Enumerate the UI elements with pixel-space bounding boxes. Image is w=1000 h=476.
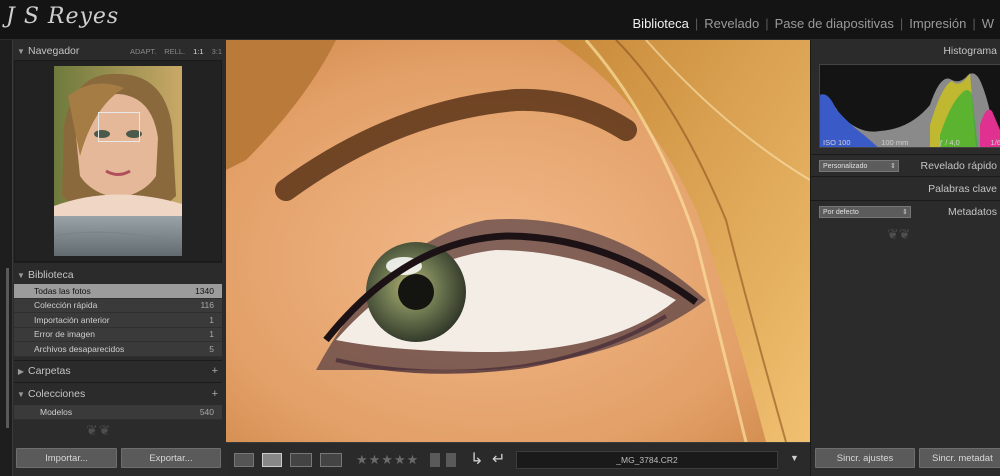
collections-title: Colecciones [28, 388, 86, 400]
catalog-item-count: 1340 [195, 285, 214, 296]
catalog-item-count: 5 [209, 343, 214, 354]
catalog-item-all-photos[interactable]: Todas las fotos 1340 [14, 284, 222, 299]
zoom-fill[interactable]: RELL. [164, 47, 185, 56]
zoom-1-1[interactable]: 1:1 [193, 47, 203, 56]
navigator-zoom-box[interactable] [98, 112, 140, 142]
histogram-graph [820, 73, 1000, 147]
catalog-item-count: 1 [209, 329, 214, 340]
eye-closeup-photo [226, 40, 810, 442]
navigator-title: Navegador [28, 45, 80, 57]
export-button[interactable]: Exportar... [121, 448, 221, 468]
toolbar-menu-chevron-down-icon[interactable]: ▼ [790, 453, 799, 463]
collection-item-label: Modelos [40, 406, 73, 417]
collection-item-count: 540 [199, 406, 214, 417]
catalog-item-count: 116 [200, 300, 214, 311]
divider [811, 154, 1000, 155]
histogram [819, 64, 1000, 148]
catalog-item-image-error[interactable]: Error de imagen 1 [14, 327, 222, 342]
library-title: Biblioteca [28, 269, 74, 281]
expand-triangle-icon[interactable]: ▶ [14, 367, 28, 376]
divider [14, 360, 222, 361]
keywords-header[interactable]: Palabras clave [811, 180, 1000, 198]
iso-value: ISO 100 [823, 138, 851, 147]
navigator-zoom-options: ADAPT. RELL. 1:1 3:1 [130, 47, 222, 56]
focal-length-value: 100 mm [881, 138, 909, 147]
zoom-3-1[interactable]: 3:1 [212, 47, 222, 56]
collapse-triangle-icon[interactable]: ▼ [14, 47, 28, 56]
folders-header[interactable]: ▶ Carpetas + [14, 362, 222, 380]
module-picker: Biblioteca | Revelado | Pase de diapositiv… [627, 16, 1000, 31]
right-panel: Histograma ISO 100 100 mm ƒ / 4,0 1/6 Pe… [810, 40, 1000, 476]
shutter-value: 1/6 [990, 138, 1000, 147]
compare-view-icon[interactable] [290, 453, 312, 467]
survey-view-icon[interactable] [320, 453, 342, 467]
library-header[interactable]: ▼ Biblioteca [14, 266, 222, 284]
divider [14, 382, 222, 383]
catalog-item-count: 1 [209, 314, 214, 325]
metadata-header[interactable]: Metadatos [811, 203, 1000, 221]
collapse-triangle-icon[interactable]: ▼ [14, 271, 28, 280]
identity-plate: J S Reyes [6, 4, 120, 29]
rotate-left-icon[interactable]: ↳ [470, 449, 483, 469]
rotate-right-icon[interactable]: ↵ [492, 449, 505, 469]
divider [811, 176, 1000, 177]
grid-view-icon[interactable] [234, 453, 254, 467]
filename-field[interactable]: _MG_3784.CR2 [516, 451, 778, 469]
loupe-view[interactable] [226, 40, 810, 442]
histogram-header[interactable]: Histograma [811, 42, 1000, 60]
catalog-item-missing-files[interactable]: Archivos desaparecidos 5 [14, 342, 222, 357]
navigator-preview[interactable] [54, 66, 182, 256]
flag-reject-icon[interactable] [446, 453, 456, 467]
zoom-adapt[interactable]: ADAPT. [130, 47, 156, 56]
import-button[interactable]: Importar... [16, 448, 117, 468]
catalog-item-label: Importación anterior [34, 314, 110, 325]
module-impresion[interactable]: Impresión [903, 16, 972, 31]
catalog-item-label: Colección rápida [34, 300, 98, 311]
add-collection-icon[interactable]: + [212, 388, 222, 400]
catalog-item-label: Archivos desaparecidos [34, 343, 125, 354]
module-revelado[interactable]: Revelado [698, 16, 765, 31]
top-bar: J S Reyes Biblioteca | Revelado | Pase de … [0, 0, 1000, 40]
collections-header[interactable]: ▼ Colecciones + [14, 385, 222, 403]
rating-stars[interactable]: ★★★★★ [356, 452, 419, 468]
catalog-item-label: Todas las fotos [34, 285, 91, 296]
portrait-thumbnail [54, 66, 182, 256]
module-biblioteca[interactable]: Biblioteca [627, 16, 695, 31]
panel-end-ornament-icon: ❦❦ [887, 226, 911, 242]
filmstrip-toolbar: ★★★★★ ↳ ↵ _MG_3784.CR2 ▼ [226, 442, 810, 476]
panel-end-ornament-icon: ❦❦ [86, 422, 112, 438]
loupe-view-icon[interactable] [262, 453, 282, 467]
catalog-item-quick-collection[interactable]: Colección rápida 116 [14, 298, 222, 313]
exif-info-bar: ISO 100 100 mm ƒ / 4,0 1/6 [823, 138, 1000, 147]
collection-item-modelos[interactable]: Modelos 540 [14, 405, 222, 420]
catalog-item-previous-import[interactable]: Importación anterior 1 [14, 313, 222, 328]
folders-title: Carpetas [28, 365, 71, 377]
module-web[interactable]: W [976, 16, 1000, 31]
flag-pick-icon[interactable] [430, 453, 440, 467]
navigator-header[interactable]: ▼ Navegador ADAPT. RELL. 1:1 3:1 [14, 42, 222, 60]
quick-develop-header[interactable]: Revelado rápido [811, 157, 1000, 175]
divider [811, 200, 1000, 201]
collections-panel: ▼ Colecciones + Modelos 540 [14, 385, 222, 420]
divider [14, 262, 222, 263]
sync-metadata-button[interactable]: Sincr. metadat [919, 448, 1000, 468]
aperture-value: ƒ / 4,0 [939, 138, 960, 147]
catalog-item-label: Error de imagen [34, 329, 95, 340]
library-panel: ▼ Biblioteca Todas las fotos 1340 Colecci… [14, 266, 222, 357]
collapse-triangle-icon[interactable]: ▼ [14, 390, 28, 399]
module-pase-diapositivas[interactable]: Pase de diapositivas [769, 16, 900, 31]
left-panel-scrollbar[interactable] [6, 268, 9, 428]
add-folder-icon[interactable]: + [212, 365, 222, 377]
sync-settings-button[interactable]: Sincr. ajustes [815, 448, 915, 468]
